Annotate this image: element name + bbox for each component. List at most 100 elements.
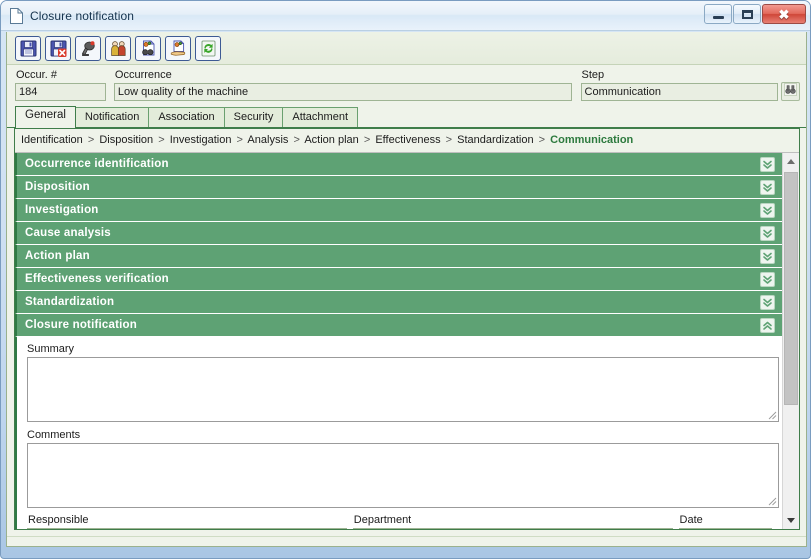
scrollbar-thumb[interactable]: [784, 172, 798, 405]
accordion-title: Cause analysis: [25, 227, 111, 239]
header-fields: Occur. # 184 Occurrence Low quality of t…: [7, 65, 806, 103]
chevron-double-down-icon[interactable]: [760, 225, 775, 241]
resize-grip-icon: [768, 497, 777, 506]
breadcrumb-separator: >: [158, 134, 165, 146]
scrollbar-track[interactable]: [783, 170, 799, 512]
minimize-button[interactable]: [704, 4, 732, 24]
department-input[interactable]: Research & Development: [352, 528, 673, 529]
floppy-disk-icon: [20, 40, 37, 57]
accordion-title: Disposition: [25, 181, 90, 193]
document-hand-icon: [170, 40, 187, 57]
step-lookup-button[interactable]: [781, 82, 800, 101]
scroll-region: Occurrence identification Disposition In…: [15, 152, 799, 529]
resize-grip-icon: [768, 411, 777, 420]
occurrence-number-label: Occur. #: [16, 69, 57, 81]
accordion-header-disposition[interactable]: Disposition: [15, 176, 782, 199]
window-title: Closure notification: [30, 8, 135, 23]
breadcrumb-item-communication[interactable]: Communication: [550, 134, 633, 146]
step-input[interactable]: Communication: [580, 83, 779, 101]
breadcrumb-item-investigation[interactable]: Investigation: [170, 134, 232, 146]
close-icon: ✖: [778, 6, 790, 22]
comments-textarea[interactable]: [27, 443, 779, 508]
summary-textarea[interactable]: [27, 357, 779, 422]
accordion-header-occurrence-identification[interactable]: Occurrence identification: [15, 153, 782, 176]
save-and-close-button[interactable]: [45, 35, 71, 61]
accordion-list: Occurrence identification Disposition In…: [15, 153, 782, 529]
scroll-down-button[interactable]: [783, 512, 799, 529]
title-bar: Closure notification ✖: [1, 1, 810, 31]
close-button[interactable]: ✖: [762, 4, 806, 24]
summary-label: Summary: [27, 343, 75, 355]
accordion-header-investigation[interactable]: Investigation: [15, 199, 782, 222]
breadcrumb-separator: >: [236, 134, 243, 146]
accordion-header-effectiveness-verification[interactable]: Effectiveness verification: [15, 268, 782, 291]
breadcrumb-separator: >: [363, 134, 371, 146]
chevron-double-down-icon[interactable]: [760, 156, 775, 172]
tab-security[interactable]: Security: [223, 107, 284, 127]
tab-association[interactable]: Association: [148, 107, 225, 127]
refresh-button[interactable]: [195, 35, 221, 61]
arrow-up-icon: [787, 159, 795, 164]
accordion-header-standardization[interactable]: Standardization: [15, 291, 782, 314]
occurrence-input[interactable]: Low quality of the machine: [113, 83, 572, 101]
breadcrumb-item-analysis[interactable]: Analysis: [247, 134, 288, 146]
chevron-double-up-icon[interactable]: [760, 317, 775, 333]
step-label: Step: [581, 69, 605, 81]
floppy-disk-delete-icon: [50, 40, 67, 57]
document-binoculars-icon: [140, 40, 157, 57]
accordion-title: Closure notification: [25, 319, 137, 331]
accordion-title: Occurrence identification: [25, 158, 169, 170]
vertical-scrollbar[interactable]: [782, 153, 799, 529]
team-button[interactable]: [105, 35, 131, 61]
department-label: Department: [353, 514, 412, 526]
chevron-double-down-icon[interactable]: [760, 179, 775, 195]
scroll-up-button[interactable]: [783, 153, 799, 170]
breadcrumb-item-effectiveness[interactable]: Effectiveness: [375, 134, 440, 146]
assign-document-button[interactable]: [165, 35, 191, 61]
breadcrumb-item-action-plan[interactable]: Action plan: [304, 134, 358, 146]
accordion-header-cause-analysis[interactable]: Cause analysis: [15, 222, 782, 245]
accordion-header-action-plan[interactable]: Action plan: [15, 245, 782, 268]
tab-content-general: Identification > Disposition > Investiga…: [14, 128, 800, 530]
breadcrumb-item-identification[interactable]: Identification: [21, 134, 83, 146]
date-label: Date: [679, 514, 703, 526]
two-people-icon: [110, 40, 127, 57]
responsible-input[interactable]: Andrew Miller: [27, 528, 347, 529]
department-field: Department Research & Development: [352, 514, 673, 529]
maximize-button[interactable]: [733, 4, 761, 24]
breadcrumb-separator: >: [538, 134, 546, 146]
closure-notification-panel: Summary Comments Responsible Department …: [15, 337, 782, 529]
occurrence-number-input[interactable]: 184: [15, 83, 106, 101]
accordion-title: Standardization: [25, 296, 115, 308]
tab-notification[interactable]: Notification: [74, 107, 150, 127]
maximize-icon: [741, 9, 753, 19]
tab-bar: General Notification Association Securit…: [7, 106, 806, 128]
tab-attachment[interactable]: Attachment: [282, 107, 358, 127]
breadcrumb: Identification > Disposition > Investiga…: [15, 129, 799, 152]
closure-bottom-row: Responsible Andrew Miller Department Res…: [27, 514, 772, 529]
client-area: Occur. # 184 Occurrence Low quality of t…: [6, 32, 807, 547]
save-button[interactable]: [15, 35, 41, 61]
minimize-icon: [712, 15, 724, 19]
breadcrumb-separator: >: [445, 134, 453, 146]
chevron-double-down-icon[interactable]: [760, 294, 775, 310]
toolbar: [7, 32, 806, 65]
electronic-signature-button[interactable]: [75, 35, 101, 61]
occurrence-number-field: Occur. # 184: [15, 69, 106, 101]
chevron-double-down-icon[interactable]: [760, 248, 775, 264]
chevron-double-down-icon[interactable]: [760, 202, 775, 218]
step-field: Step Communication: [580, 69, 779, 101]
accordion-title: Action plan: [25, 250, 90, 262]
breadcrumb-item-disposition[interactable]: Disposition: [99, 134, 153, 146]
tab-general[interactable]: General: [15, 106, 76, 128]
occurrence-field: Occurrence Low quality of the machine: [113, 69, 572, 101]
status-strip: [7, 536, 806, 546]
breadcrumb-item-standardization[interactable]: Standardization: [457, 134, 533, 146]
view-document-button[interactable]: [135, 35, 161, 61]
arrow-down-icon: [787, 518, 795, 523]
date-field: Date: [678, 514, 772, 529]
accordion-header-closure-notification[interactable]: Closure notification: [15, 314, 782, 337]
responsible-field: Responsible Andrew Miller: [27, 514, 347, 529]
chevron-double-down-icon[interactable]: [760, 271, 775, 287]
date-input[interactable]: [678, 528, 772, 529]
